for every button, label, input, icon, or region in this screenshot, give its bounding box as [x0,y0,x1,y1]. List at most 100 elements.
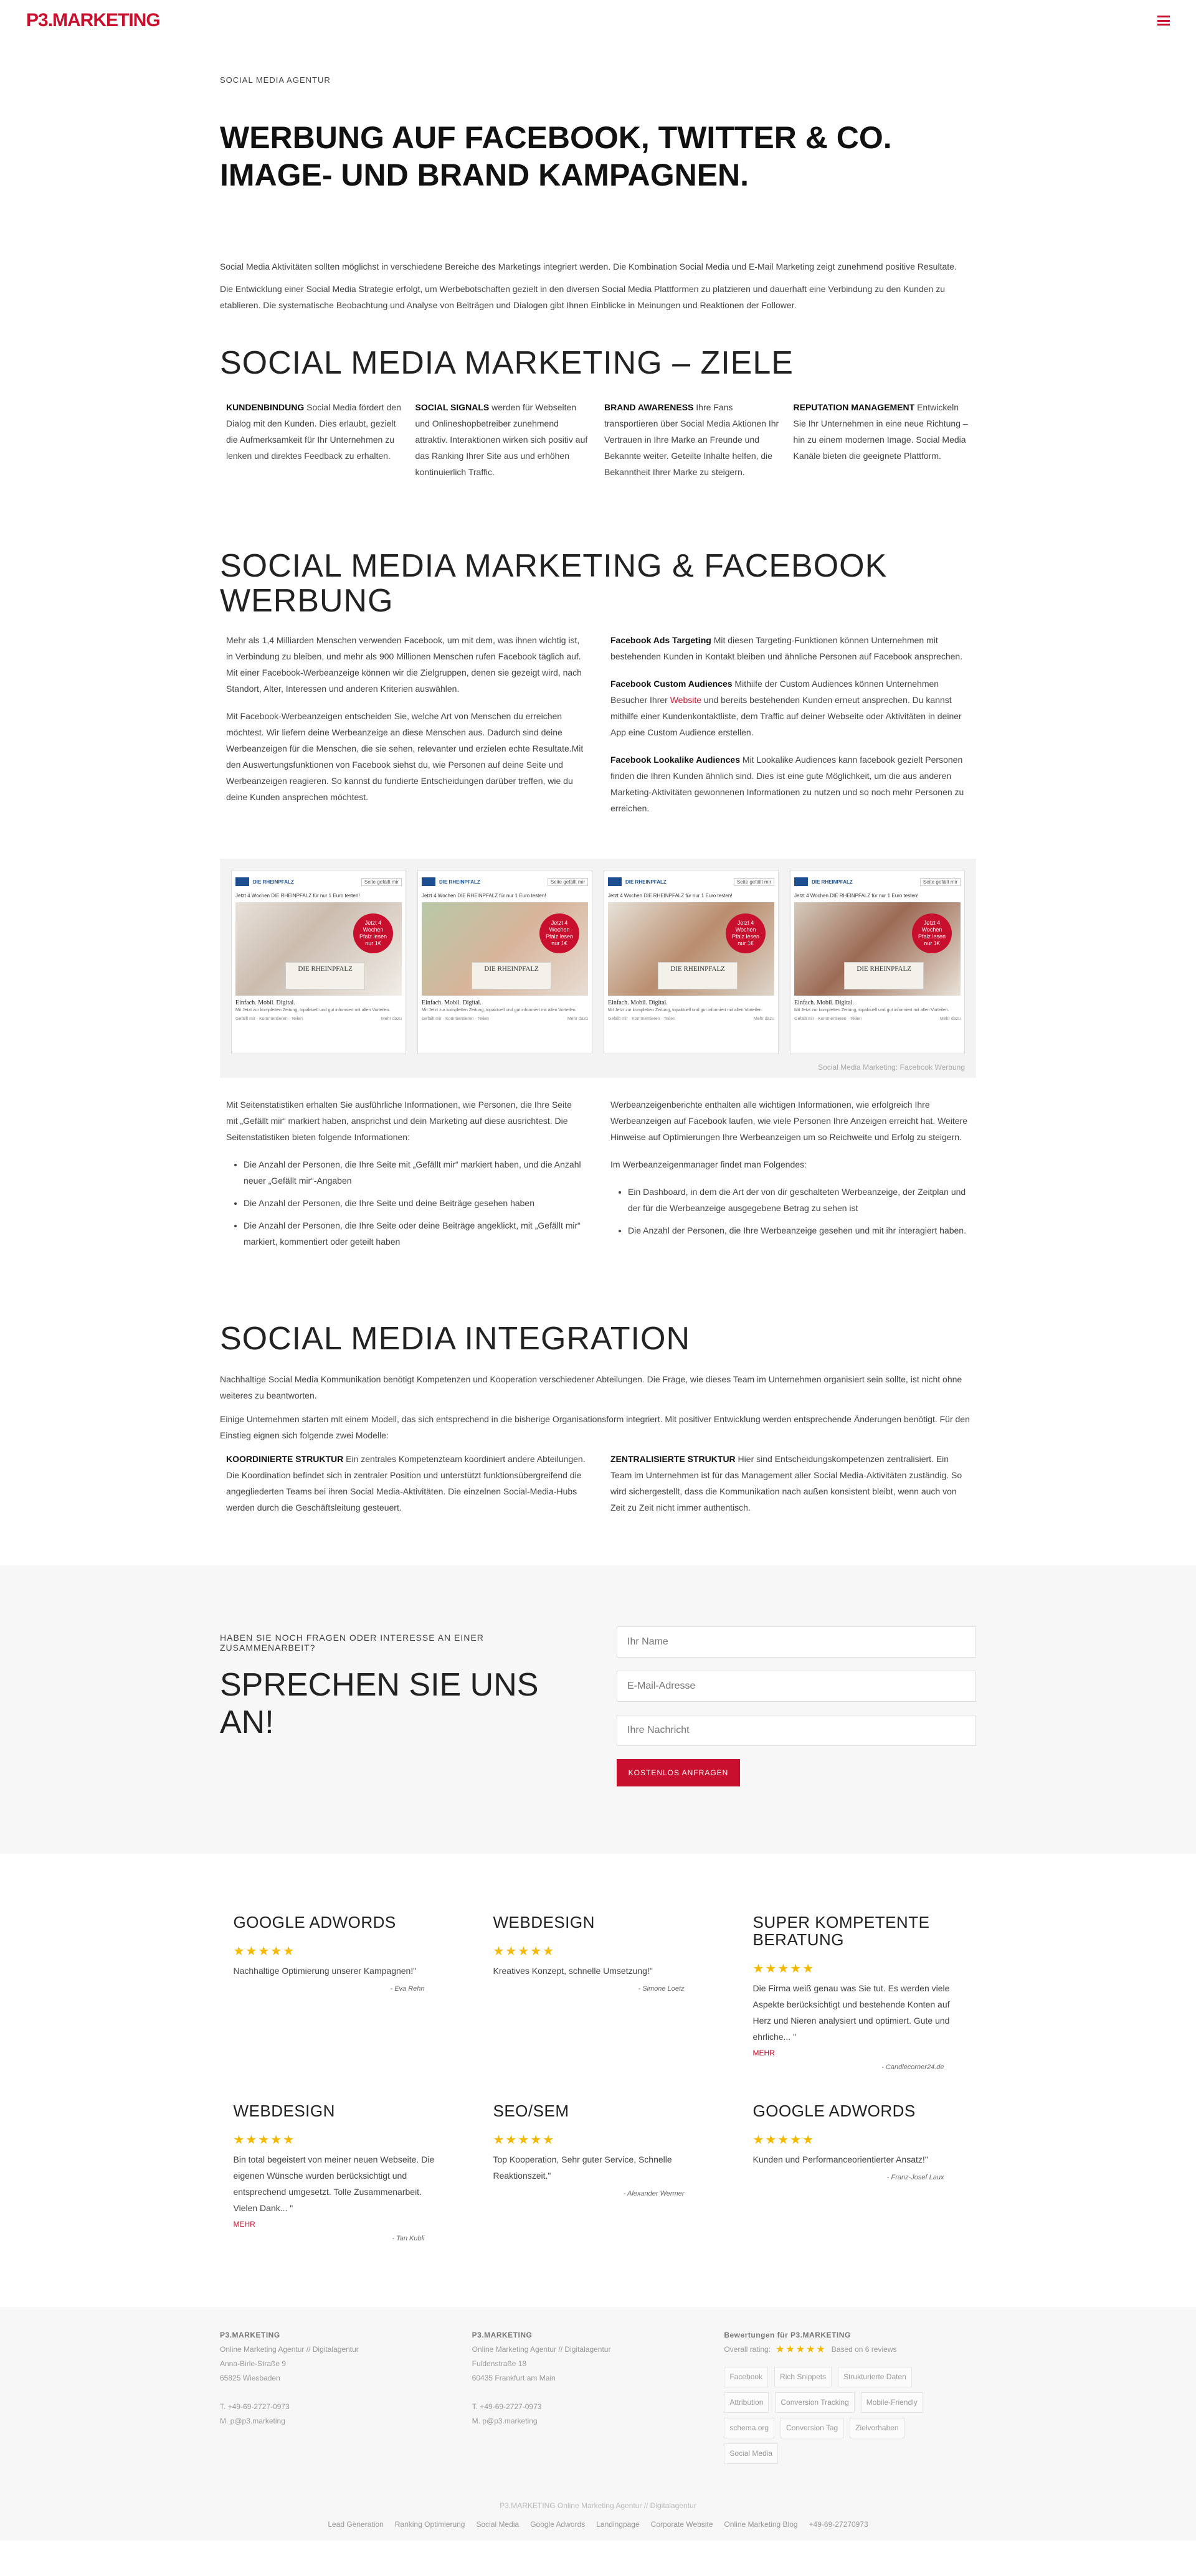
site-header: P3.MARKETING [0,0,1196,41]
intro-text: Social Media Aktivitäten sollten möglich… [220,258,976,313]
menu-icon[interactable] [1157,16,1170,26]
ad-badge: Jetzt 4 Wochen Pfalz lesen nur 1€ [353,913,393,953]
tag[interactable]: Strukturierte Daten [838,2367,912,2387]
like-button[interactable]: Seite gefällt mir [919,877,961,886]
more-button[interactable]: Mehr dazu [567,1017,588,1021]
integration-columns: KOORDINIERTE STRUKTUR Ein zentrales Komp… [220,1451,976,1516]
tag[interactable]: Rich Snippets [774,2367,832,2387]
message-input[interactable] [617,1715,976,1746]
ad-subtitle: Einfach. Mobil. Digital. [794,999,854,1006]
facebook-ad-preview[interactable]: DIE RHEINPFALZ Seite gefällt mir Jetzt 4 … [417,870,592,1054]
image-caption: Social Media Marketing: Facebook Werbung [818,1063,965,1072]
more-button[interactable]: Mehr dazu [381,1017,402,1021]
ziel-label: SOCIAL SIGNALS [415,402,490,412]
review-quote: Kreatives Konzept, schnelle Umsetzung!" [493,1966,653,1976]
footer-line: Online Marketing Agentur // Digitalagent… [472,2345,611,2354]
title-line-1: SOCIAL MEDIA MARKETING & FACEBOOK [220,548,888,584]
footer-link[interactable]: Ranking Optimierung [395,2520,465,2529]
like-button[interactable]: Seite gefällt mir [547,877,588,886]
ad-actions[interactable]: Gefällt mir · Kommentieren · Teilen [235,1017,303,1021]
footer-email[interactable]: M. p@p3.marketing [472,2414,724,2428]
tag[interactable]: Mobile-Friendly [860,2392,923,2413]
list-item: Die Anzahl der Personen, die Ihre Seite … [244,1217,586,1250]
contact-form: KOSTENLOS ANFRAGEN [617,1626,976,1786]
like-button[interactable]: Seite gefällt mir [361,877,402,886]
more-button[interactable]: Mehr dazu [940,1017,961,1021]
review-title: SEO/SEM [493,2102,569,2120]
footer-heading: Bewertungen für P3.MARKETING [724,2331,851,2339]
review-card: GOOGLE ADWORDS ★★★★★ Kunden und Performa… [739,2102,977,2242]
footer-line: Online Marketing Agentur // Digitalagent… [220,2345,359,2354]
left-column: Mit Seitenstatistiken erhalten Sie ausfü… [226,1097,586,1256]
submit-button[interactable]: KOSTENLOS ANFRAGEN [617,1759,740,1786]
ad-image: Jetzt 4 Wochen Pfalz lesen nur 1€ DIE RHE… [794,902,961,996]
tag[interactable]: Conversion Tracking [775,2392,855,2413]
read-more-link[interactable]: MEHR [753,2049,963,2057]
ad-badge: Jetzt 4 Wochen Pfalz lesen nur 1€ [539,913,579,953]
ad-footer: Gefällt mir · Kommentieren · Teilen Mehr … [422,1017,588,1021]
newspaper-image: DIE RHEINPFALZ [658,962,738,989]
footer-link[interactable]: Google Adwords [530,2520,585,2529]
reviews-grid: GOOGLE ADWORDS ★★★★★ Nachhaltige Optimie… [220,1913,977,2242]
like-button[interactable]: Seite gefällt mir [733,877,774,886]
right-column: Werbeanzeigenberichte enthalten alle wic… [610,1097,970,1256]
name-input[interactable] [617,1626,976,1658]
ziel-label: KUNDENBINDUNG [226,402,305,412]
ad-text: Jetzt 4 Wochen DIE RHEINPFALZ für nur 1 … [422,893,546,899]
ad-description: Mit Jetzt zur kompletten Zeitung, topakt… [422,1008,577,1012]
tag[interactable]: Conversion Tag [781,2418,844,2438]
facebook-ad-gallery: DIE RHEINPFALZ Seite gefällt mir Jetzt 4 … [220,859,976,1078]
review-author: - Candlecorner24.de [881,2064,944,2071]
paragraph: Mit Facebook-Werbeanzeigen entscheiden S… [226,711,584,802]
footer-phone[interactable]: T. +49-69-2727-0973 [472,2400,724,2414]
ziele-columns: KUNDENBINDUNG Social Media fördert den D… [220,399,976,480]
facebook-ad-preview[interactable]: DIE RHEINPFALZ Seite gefällt mir Jetzt 4 … [790,870,965,1054]
bullet-list: Die Anzahl der Personen, die Ihre Seite … [226,1156,586,1250]
footer-link[interactable]: Online Marketing Blog [724,2520,797,2529]
more-button[interactable]: Mehr dazu [754,1017,774,1021]
rating-label: Overall rating: [724,2345,771,2354]
website-link[interactable]: Website [670,695,701,705]
list-item: Die Anzahl der Personen, die Ihre Werbea… [628,1222,970,1238]
facebook-ad-preview[interactable]: DIE RHEINPFALZ Seite gefällt mir Jetzt 4 … [604,870,779,1054]
review-author: - Alexander Wermer [623,2190,685,2197]
brand-logo-icon [422,877,435,886]
ad-footer: Gefällt mir · Kommentieren · Teilen Mehr … [794,1017,961,1021]
footer-phone[interactable]: T. +49-69-2727-0973 [220,2400,472,2414]
ad-footer: Gefällt mir · Kommentieren · Teilen Mehr … [608,1017,774,1021]
tag[interactable]: Zielvorhaben [850,2418,904,2438]
logo[interactable]: P3.MARKETING [26,10,161,31]
tag[interactable]: Attribution [724,2392,769,2413]
ad-page-name: DIE RHEINPFALZ [439,879,480,885]
footer-columns: P3.MARKETING Online Marketing Agentur //… [220,2328,976,2464]
footer-line: Anna-Birle-Straße 9 [220,2359,287,2368]
tag[interactable]: Facebook [724,2367,769,2387]
brand-logo-icon [794,877,808,886]
paragraph: Facebook Ads Targeting Mit diesen Target… [610,632,970,664]
footer-link[interactable]: Social Media [476,2520,519,2529]
ad-actions[interactable]: Gefällt mir · Kommentieren · Teilen [794,1017,861,1021]
ad-text: Jetzt 4 Wochen DIE RHEINPFALZ für nur 1 … [794,893,919,899]
read-more-link[interactable]: MEHR [234,2220,444,2229]
footer-link[interactable]: Landingpage [596,2520,639,2529]
ad-header: DIE RHEINPFALZ Seite gefällt mir [422,874,588,889]
eyebrow: SOCIAL MEDIA AGENTUR [220,75,331,85]
footer-link[interactable]: Corporate Website [651,2520,713,2529]
ad-actions[interactable]: Gefällt mir · Kommentieren · Teilen [422,1017,489,1021]
email-input[interactable] [617,1671,976,1702]
facebook-ad-preview[interactable]: DIE RHEINPFALZ Seite gefällt mir Jetzt 4 … [231,870,406,1054]
ad-image: Jetzt 4 Wochen Pfalz lesen nur 1€ DIE RHE… [235,902,402,996]
tag[interactable]: schema.org [724,2418,775,2438]
footer-link[interactable]: Lead Generation [328,2520,383,2529]
ad-actions[interactable]: Gefällt mir · Kommentieren · Teilen [608,1017,675,1021]
ziel-item: KUNDENBINDUNG Social Media fördert den D… [220,399,409,480]
left-column: KOORDINIERTE STRUKTUR Ein zentrales Komp… [226,1451,586,1516]
ad-description: Mit Jetzt zur kompletten Zeitung, topakt… [235,1008,391,1012]
footer-link[interactable]: +49-69-27270973 [809,2520,868,2529]
bold-label: Facebook Custom Audiences [610,679,733,689]
ad-subtitle: Einfach. Mobil. Digital. [235,999,295,1006]
ziel-text: Ihre Fans transportieren über Social Med… [604,402,779,477]
review-author: - Eva Rehn [390,1985,425,1993]
tag[interactable]: Social Media [724,2443,779,2464]
footer-email[interactable]: M. p@p3.marketing [220,2414,472,2428]
